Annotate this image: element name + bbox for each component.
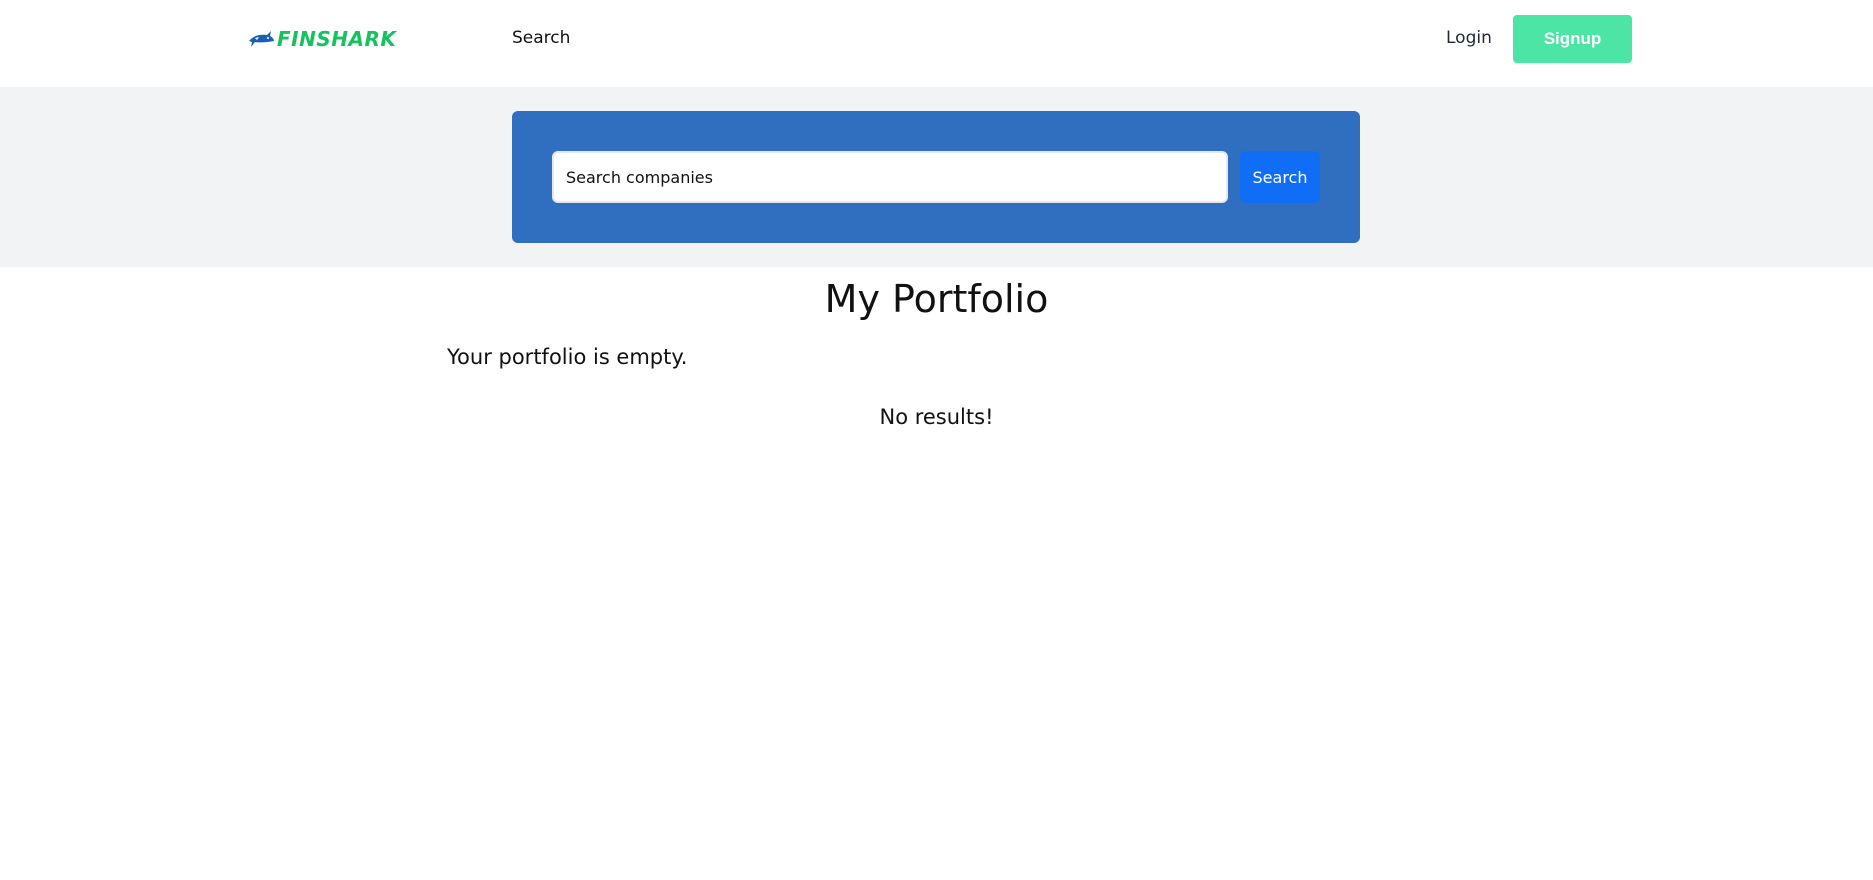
search-button[interactable]: Search <box>1240 151 1320 203</box>
navbar: FINSHARK Search Login Signup <box>0 0 1873 87</box>
finshark-logo[interactable]: FINSHARK <box>247 27 429 51</box>
nav-search-link[interactable]: Search <box>512 26 570 50</box>
login-link[interactable]: Login <box>1446 26 1492 50</box>
shark-logo-icon <box>249 31 274 47</box>
portfolio-empty-message: Your portfolio is empty. <box>447 345 688 369</box>
search-input[interactable] <box>552 151 1228 203</box>
signup-button[interactable]: Signup <box>1513 15 1632 63</box>
search-panel: Search <box>512 111 1360 243</box>
logo-text: FINSHARK <box>277 27 397 51</box>
main-content: My Portfolio Your portfolio is empty. No… <box>0 267 1873 880</box>
page-title: My Portfolio <box>824 277 1049 321</box>
search-section: Search <box>0 87 1873 267</box>
no-results-message: No results! <box>879 405 994 429</box>
